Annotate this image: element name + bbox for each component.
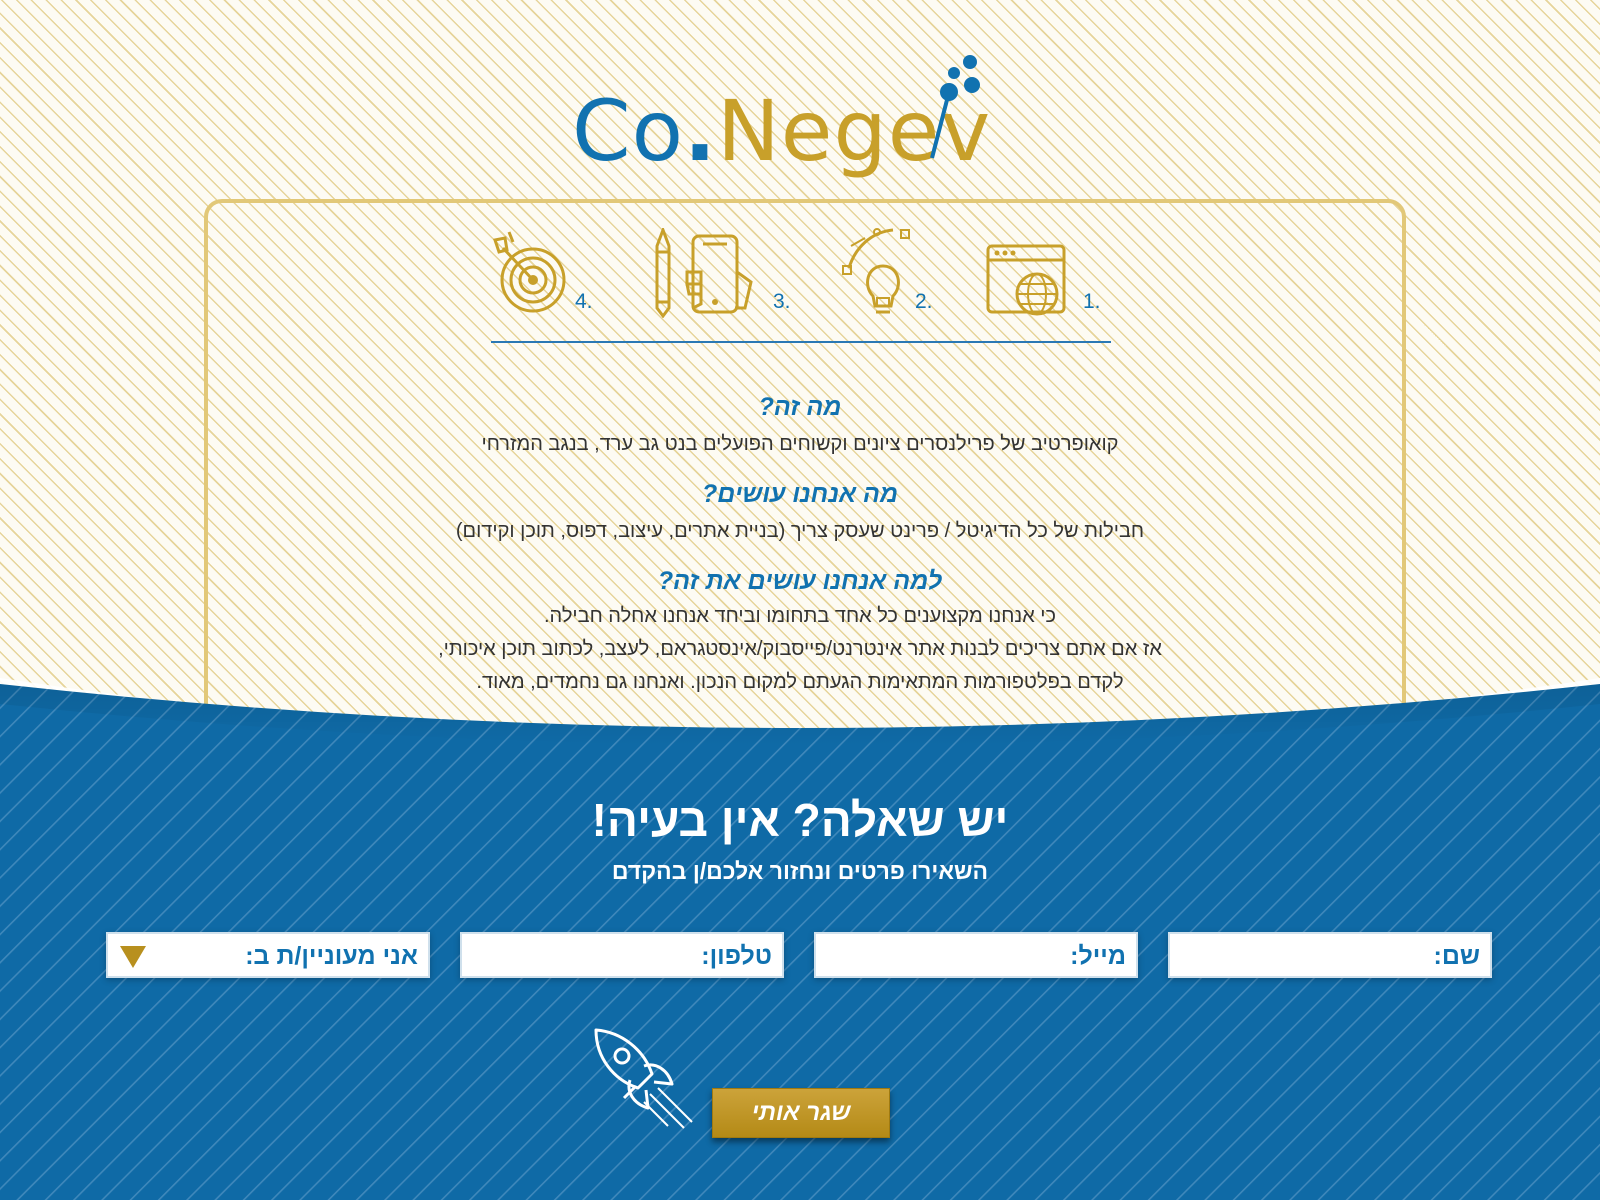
rocket-icon — [594, 1028, 693, 1129]
submit-button[interactable]: שגר אותי — [712, 1088, 890, 1138]
email-field[interactable]: מייל: — [814, 932, 1138, 978]
interest-select[interactable]: אני מעוניין/ת ב: — [106, 932, 430, 978]
contact-subtitle: השאירו פרטים ונחזור אלכם/ן בהקדם — [611, 858, 989, 884]
contact-title: יש שאלה? אין בעיה! — [591, 794, 1009, 846]
name-field-label: שם: — [1433, 942, 1480, 970]
email-field-label: מייל: — [1070, 942, 1126, 970]
phone-field-label: טלפון: — [701, 942, 772, 970]
contact-background — [0, 678, 1600, 1200]
name-field[interactable]: שם: — [1168, 932, 1492, 978]
interest-select-label: אני מעוניין/ת ב: — [245, 942, 418, 970]
chevron-down-icon[interactable] — [120, 946, 146, 968]
phone-field[interactable]: טלפון: — [460, 932, 784, 978]
